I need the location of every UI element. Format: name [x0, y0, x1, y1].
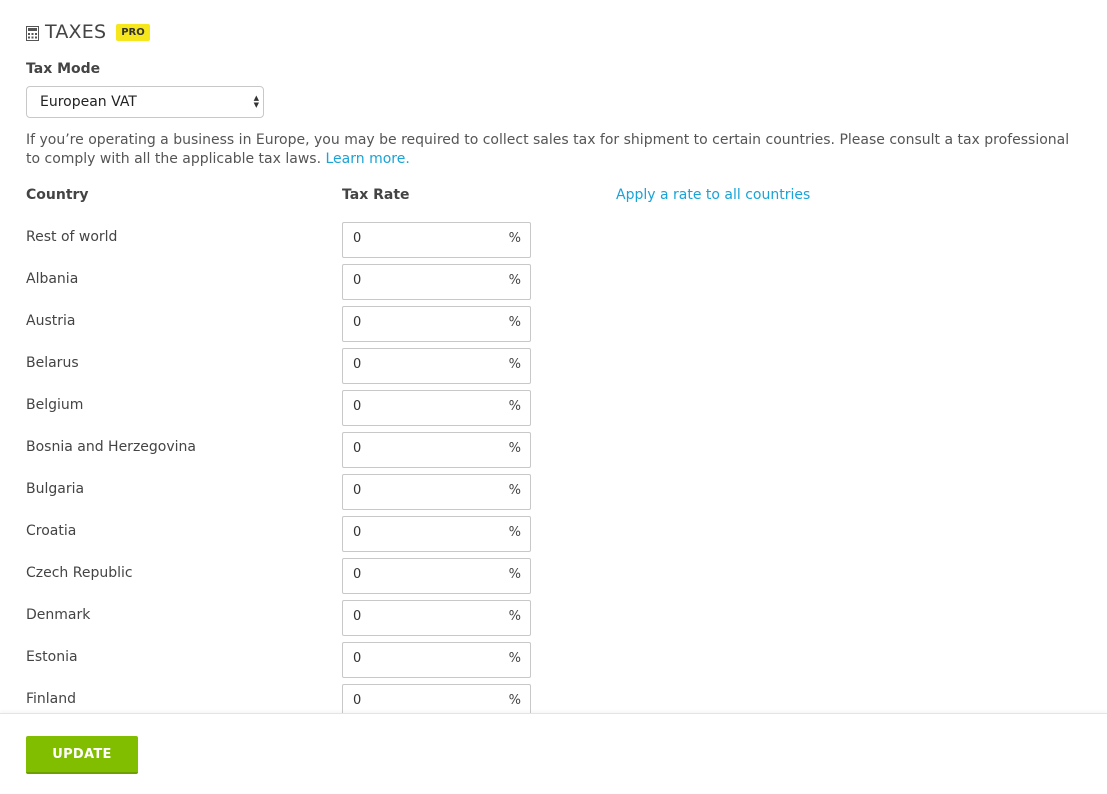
country-name: Rest of world [26, 229, 118, 245]
update-button[interactable]: UPDATE [26, 736, 138, 774]
country-name: Bosnia and Herzegovina [26, 439, 196, 455]
calculator-icon [26, 25, 39, 41]
country-name: Albania [26, 271, 79, 287]
tax-mode-label: Tax Mode [26, 61, 101, 77]
country-name: Czech Republic [26, 565, 133, 581]
percent-symbol: % [508, 525, 521, 540]
apply-rate-all-link[interactable]: Apply a rate to all countries [616, 187, 810, 203]
country-name: Austria [26, 313, 76, 329]
section-header: TAXES PRO [26, 19, 150, 45]
percent-symbol: % [508, 693, 521, 708]
table-row: Czech Republic% [26, 558, 626, 594]
tax-rate-field[interactable]: % [342, 642, 531, 678]
country-column-header: Country [26, 187, 89, 203]
table-row: Finland% [26, 684, 626, 713]
tax-rate-field[interactable]: % [342, 348, 531, 384]
tax-rate-field[interactable]: % [342, 306, 531, 342]
tax-rate-input[interactable] [353, 525, 493, 540]
tax-rate-field[interactable]: % [342, 558, 531, 594]
table-row: Denmark% [26, 600, 626, 636]
country-name: Estonia [26, 649, 78, 665]
tax-rate-input[interactable] [353, 567, 493, 582]
tax-rate-column-header: Tax Rate [342, 187, 410, 203]
tax-rate-field[interactable]: % [342, 222, 531, 258]
country-name: Croatia [26, 523, 77, 539]
tax-rate-field[interactable]: % [342, 432, 531, 468]
pro-badge: PRO [116, 23, 150, 41]
taxes-settings-page: TAXES PRO Tax Mode European VAT ▲ ▼ If yo… [0, 0, 1107, 794]
select-arrows-icon: ▲ ▼ [253, 94, 259, 109]
table-row: Rest of world% [26, 222, 626, 258]
tax-rate-field[interactable]: % [342, 264, 531, 300]
percent-symbol: % [508, 315, 521, 330]
tax-rate-field[interactable]: % [342, 474, 531, 510]
tax-rate-input[interactable] [353, 483, 493, 498]
table-row: Belarus% [26, 348, 626, 384]
percent-symbol: % [508, 231, 521, 246]
percent-symbol: % [508, 273, 521, 288]
tax-rate-field[interactable]: % [342, 516, 531, 552]
percent-symbol: % [508, 609, 521, 624]
page-title: TAXES [45, 21, 107, 43]
tax-rate-field[interactable]: % [342, 684, 531, 713]
tax-rate-field[interactable]: % [342, 390, 531, 426]
table-row: Austria% [26, 306, 626, 342]
country-name: Belgium [26, 397, 84, 413]
table-row: Albania% [26, 264, 626, 300]
country-name: Bulgaria [26, 481, 85, 497]
tax-rate-input[interactable] [353, 399, 493, 414]
table-row: Estonia% [26, 642, 626, 678]
percent-symbol: % [508, 399, 521, 414]
tax-rate-input[interactable] [353, 609, 493, 624]
tax-rate-input[interactable] [353, 693, 493, 708]
percent-symbol: % [508, 441, 521, 456]
percent-symbol: % [508, 651, 521, 666]
tax-mode-selected-value: European VAT [40, 94, 137, 110]
footer-bar: UPDATE [0, 713, 1107, 794]
learn-more-link[interactable]: Learn more. [325, 151, 409, 167]
table-row: Croatia% [26, 516, 626, 552]
tax-description: If you’re operating a business in Europe… [26, 131, 1086, 169]
tax-rate-input[interactable] [353, 357, 493, 372]
country-name: Belarus [26, 355, 79, 371]
description-text: If you’re operating a business in Europe… [26, 132, 1070, 167]
tax-rate-field[interactable]: % [342, 600, 531, 636]
percent-symbol: % [508, 567, 521, 582]
country-name: Denmark [26, 607, 91, 623]
tax-rate-input[interactable] [353, 315, 493, 330]
tax-rate-input[interactable] [353, 441, 493, 456]
country-name: Finland [26, 691, 77, 707]
tax-rate-input[interactable] [353, 651, 493, 666]
table-row: Bosnia and Herzegovina% [26, 432, 626, 468]
tax-rate-input[interactable] [353, 231, 493, 246]
table-row: Belgium% [26, 390, 626, 426]
tax-mode-select[interactable]: European VAT ▲ ▼ [26, 86, 264, 118]
percent-symbol: % [508, 357, 521, 372]
percent-symbol: % [508, 483, 521, 498]
taxes-content: TAXES PRO Tax Mode European VAT ▲ ▼ If yo… [26, 0, 1086, 713]
tax-rate-input[interactable] [353, 273, 493, 288]
table-row: Bulgaria% [26, 474, 626, 510]
